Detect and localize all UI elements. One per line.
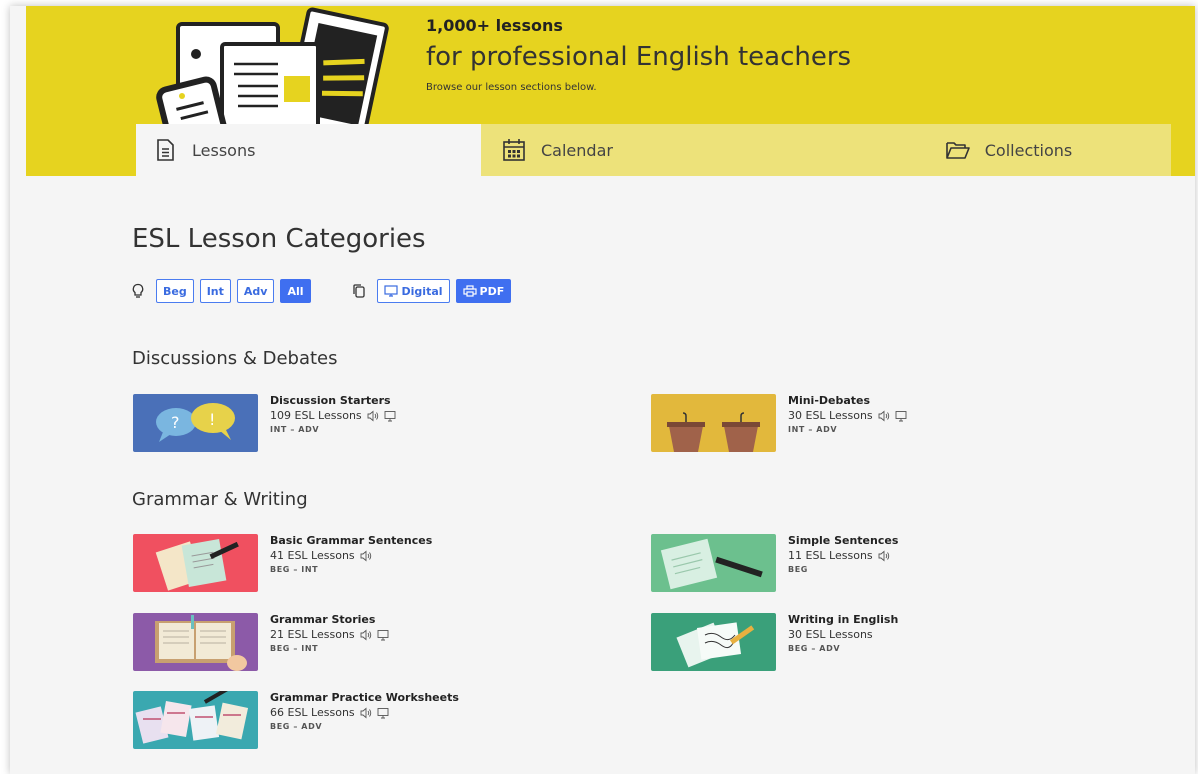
copy-icon — [352, 284, 365, 298]
card-title: Mini-Debates — [788, 394, 871, 407]
card-level: BEG — [788, 565, 808, 574]
card-level: BEG – INT — [270, 565, 319, 574]
filter-beg-button[interactable]: Beg — [156, 279, 194, 303]
svg-text:?: ? — [171, 413, 180, 432]
hero-banner: 1,000+ lessons for professional English … — [26, 6, 1195, 176]
tab-collections[interactable]: Collections — [826, 124, 1171, 176]
filter-all-button[interactable]: All — [280, 279, 311, 303]
document-icon — [157, 139, 174, 161]
category-card-basic-grammar-sentences[interactable]: Basic Grammar Sentences 41 ESL Lessons B… — [133, 534, 573, 594]
tab-lessons-label: Lessons — [192, 140, 256, 160]
filter-bar: Beg Int Adv All Digital PDF — [130, 278, 517, 304]
card-title: Writing in English — [788, 613, 899, 626]
card-title: Discussion Starters — [270, 394, 391, 407]
mini-debates-thumbnail — [651, 394, 776, 452]
page-title: ESL Lesson Categories — [132, 224, 426, 254]
card-title: Grammar Stories — [270, 613, 376, 626]
printer-icon — [462, 285, 477, 297]
hero-title: 1,000+ lessons — [426, 16, 563, 35]
calendar-icon — [503, 139, 525, 161]
grammar-stories-thumbnail — [133, 613, 258, 671]
folder-icon — [945, 142, 970, 159]
hero-subtitle: for professional English teachers — [426, 42, 852, 72]
filter-pdf-label: PDF — [479, 284, 505, 298]
category-card-grammar-stories[interactable]: Grammar Stories 21 ESL Lessons BEG – INT — [133, 613, 573, 673]
monitor-icon — [384, 411, 396, 422]
svg-text:!: ! — [209, 410, 215, 429]
tab-collections-label: Collections — [984, 140, 1073, 160]
lightbulb-icon — [132, 283, 144, 298]
speaker-icon — [360, 707, 371, 719]
section-title-grammar: Grammar & Writing — [132, 489, 308, 510]
card-count: 11 ESL Lessons — [788, 549, 873, 562]
card-count: 41 ESL Lessons — [270, 549, 355, 562]
tab-lessons[interactable]: Lessons — [136, 124, 481, 176]
devices-illustration — [156, 7, 389, 124]
monitor-icon — [377, 708, 389, 719]
filter-digital-button[interactable]: Digital — [376, 279, 450, 303]
monitor-icon — [895, 411, 907, 422]
speaker-icon — [367, 410, 378, 422]
writing-in-english-thumbnail — [651, 613, 776, 671]
monitor-icon — [383, 285, 398, 297]
category-card-grammar-practice-worksheets[interactable]: Grammar Practice Worksheets 66 ESL Lesso… — [133, 691, 573, 751]
card-title: Grammar Practice Worksheets — [270, 691, 459, 704]
card-title: Basic Grammar Sentences — [270, 534, 433, 547]
card-level: BEG – ADV — [788, 644, 841, 653]
tab-calendar[interactable]: Calendar — [481, 124, 826, 176]
card-level: INT – ADV — [270, 425, 320, 434]
filter-digital-label: Digital — [401, 284, 443, 298]
filter-int-button[interactable]: Int — [199, 279, 231, 303]
card-count: 109 ESL Lessons — [270, 409, 362, 422]
card-count: 21 ESL Lessons — [270, 628, 355, 641]
tab-calendar-label: Calendar — [541, 140, 613, 160]
category-card-writing-in-english[interactable]: Writing in English 30 ESL Lessons BEG – … — [651, 613, 1091, 673]
basic-grammar-sentences-thumbnail — [133, 534, 258, 592]
discussion-starters-thumbnail: ? ! — [133, 394, 258, 452]
monitor-icon — [377, 630, 389, 641]
simple-sentences-thumbnail — [651, 534, 776, 592]
filter-adv-button[interactable]: Adv — [236, 279, 275, 303]
section-title-discussions: Discussions & Debates — [132, 348, 338, 369]
page-frame: 1,000+ lessons for professional English … — [10, 6, 1195, 774]
card-level: INT – ADV — [788, 425, 838, 434]
card-count: 66 ESL Lessons — [270, 706, 355, 719]
card-count: 30 ESL Lessons — [788, 628, 873, 641]
card-level: BEG – ADV — [270, 722, 323, 731]
speaker-icon — [360, 550, 371, 562]
category-card-simple-sentences[interactable]: Simple Sentences 11 ESL Lessons BEG — [651, 534, 1091, 594]
section-tabs: Lessons Calendar Collections — [136, 124, 1171, 176]
grammar-practice-worksheets-thumbnail — [133, 691, 258, 749]
card-title: Simple Sentences — [788, 534, 899, 547]
card-count: 30 ESL Lessons — [788, 409, 873, 422]
speaker-icon — [360, 629, 371, 641]
speaker-icon — [878, 550, 889, 562]
category-card-discussion-starters[interactable]: ? ! Discussion Starters 109 ESL Lessons … — [133, 394, 573, 454]
filter-pdf-button[interactable]: PDF — [455, 279, 512, 303]
category-card-mini-debates[interactable]: Mini-Debates 30 ESL Lessons INT – ADV — [651, 394, 1091, 454]
card-level: BEG – INT — [270, 644, 319, 653]
hero-note: Browse our lesson sections below. — [426, 82, 597, 93]
speaker-icon — [878, 410, 889, 422]
